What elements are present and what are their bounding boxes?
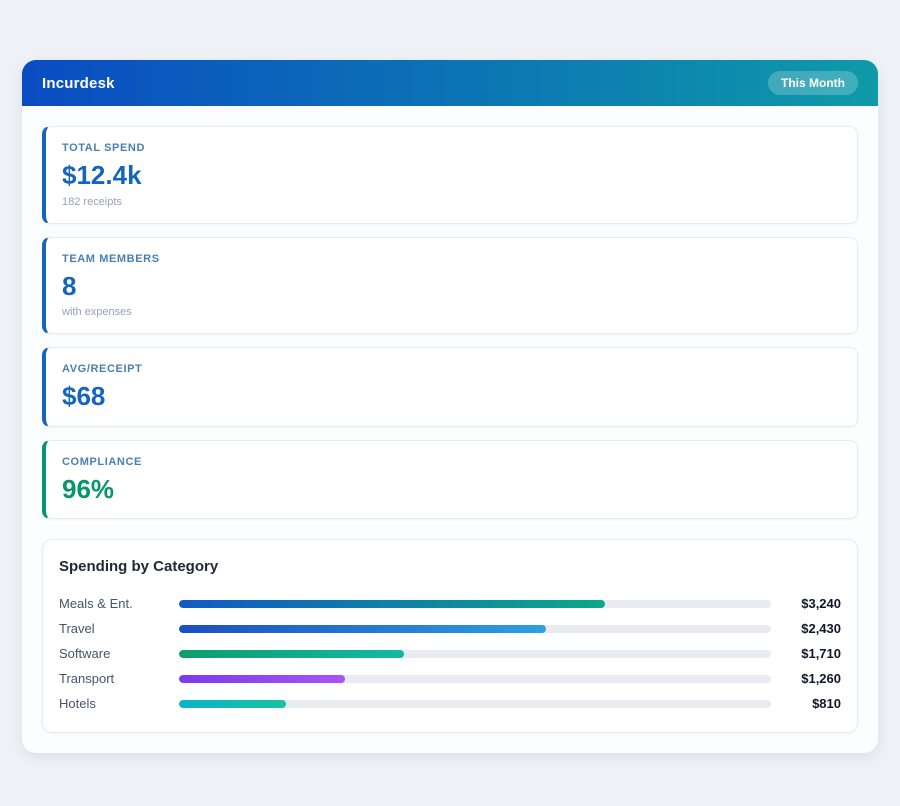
stat-label: COMPLIANCE: [62, 456, 841, 468]
app-title: Incurdesk: [42, 75, 115, 92]
stat-sub: with expenses: [62, 306, 841, 318]
bar-fill: [179, 650, 404, 658]
time-range-badge[interactable]: This Month: [768, 71, 858, 95]
category-value: $3,240: [771, 596, 841, 611]
bar-track: [179, 600, 771, 608]
stat-value: 8: [62, 272, 841, 301]
category-label: Hotels: [59, 696, 179, 711]
category-label: Transport: [59, 671, 179, 686]
category-label: Travel: [59, 621, 179, 636]
stat-value: 96%: [62, 475, 841, 504]
category-label: Software: [59, 646, 179, 661]
spending-by-category-card: Spending by Category Meals & Ent. $3,240…: [42, 539, 858, 733]
category-label: Meals & Ent.: [59, 596, 179, 611]
stat-card: AVG/RECEIPT $68: [42, 347, 858, 427]
bar-track: [179, 700, 771, 708]
chart-row: Meals & Ent. $3,240: [59, 591, 841, 616]
bar-track: [179, 625, 771, 633]
bar-track: [179, 675, 771, 683]
bar-fill: [179, 600, 605, 608]
stat-sub: 182 receipts: [62, 196, 841, 208]
stat-card: TEAM MEMBERS 8 with expenses: [42, 237, 858, 335]
stat-value: $12.4k: [62, 161, 841, 190]
stat-card: TOTAL SPEND $12.4k 182 receipts: [42, 126, 858, 224]
category-value: $1,260: [771, 671, 841, 686]
app-header: Incurdesk This Month: [22, 60, 878, 106]
stat-label: TEAM MEMBERS: [62, 253, 841, 265]
bar-fill: [179, 675, 345, 683]
stat-card: COMPLIANCE 96%: [42, 440, 858, 520]
chart-row: Hotels $810: [59, 691, 841, 716]
bar-fill: [179, 625, 546, 633]
bar-fill: [179, 700, 286, 708]
chart-title: Spending by Category: [59, 558, 841, 575]
bar-track: [179, 650, 771, 658]
chart-row: Transport $1,260: [59, 666, 841, 691]
chart-row: Travel $2,430: [59, 616, 841, 641]
stat-label: AVG/RECEIPT: [62, 363, 841, 375]
category-value: $1,710: [771, 646, 841, 661]
stat-value: $68: [62, 382, 841, 411]
app-card: Incurdesk This Month TOTAL SPEND $12.4k …: [22, 60, 878, 753]
dashboard-content: TOTAL SPEND $12.4k 182 receipts TEAM MEM…: [22, 106, 878, 753]
category-value: $2,430: [771, 621, 841, 636]
chart-row: Software $1,710: [59, 641, 841, 666]
category-value: $810: [771, 696, 841, 711]
stat-label: TOTAL SPEND: [62, 142, 841, 154]
